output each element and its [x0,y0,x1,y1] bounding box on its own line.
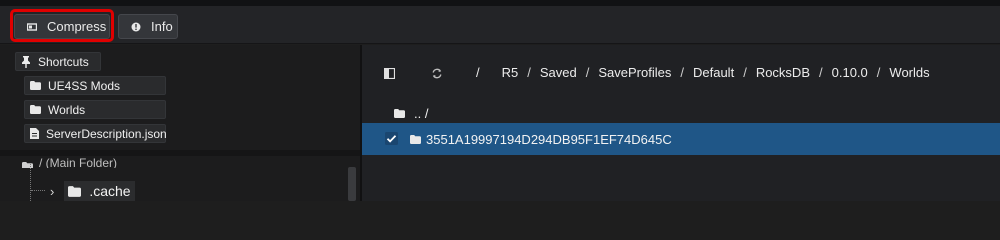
tree-item-label-box: .cache [64,181,135,201]
breadcrumb: / R5 / Saved / SaveProfiles / Default / … [476,65,930,80]
info-label: Info [151,19,173,34]
breadcrumb-separator: / [680,65,684,80]
shortcuts-header-label: Shortcuts [38,54,89,69]
tree-root-label: / (Main Folder) [39,156,118,168]
folder-icon [22,162,33,168]
file-row-label: 3551A19997194D294DB95F1EF74D645C [426,131,672,147]
folder-icon [410,134,421,144]
tree-item-cache[interactable]: › .cache [50,180,135,202]
breadcrumb-root[interactable]: / [476,65,480,80]
file-row-selected[interactable]: 3551A19997194D294DB95F1EF74D645C [362,123,1000,155]
tree-scrollbar[interactable] [348,167,356,201]
shortcut-worlds[interactable]: Worlds [24,100,166,119]
folder-icon [68,185,82,197]
tree-item-label: .cache [89,183,131,199]
info-button[interactable]: Info [118,14,178,39]
breadcrumb-segment[interactable]: RocksDB [756,65,810,80]
breadcrumb-separator: / [743,65,747,80]
shortcut-label: UE4SS Mods [48,78,121,93]
breadcrumb-segment[interactable]: Default [693,65,734,80]
shortcut-label: ServerDescription.json [46,126,167,141]
shortcuts-header: Shortcuts [15,52,101,71]
tree-branch-line [31,190,45,191]
compress-highlight-box [10,9,114,42]
breadcrumb-segment[interactable]: 0.10.0 [832,65,868,80]
pin-icon [22,55,30,68]
file-icon [30,128,39,139]
tree-root-item[interactable]: / (Main Folder) [22,156,117,168]
refresh-icon[interactable] [431,68,443,79]
breadcrumb-separator: / [585,65,590,80]
breadcrumb-segment[interactable]: R5 [502,65,519,80]
folder-icon [30,105,41,114]
breadcrumb-separator: / [876,65,881,80]
breadcrumb-separator: / [819,65,823,80]
shortcut-label: Worlds [48,102,86,117]
toggle-sidebar-icon[interactable] [384,68,395,79]
folder-tree: / (Main Folder) › .cache [0,156,360,201]
breadcrumb-segment[interactable]: Saved [540,65,577,80]
shortcut-server-description[interactable]: ServerDescription.json [24,124,167,143]
shortcut-ue4ss-mods[interactable]: UE4SS Mods [24,76,166,95]
folder-icon [30,81,41,90]
checkbox-checked-icon[interactable] [385,132,398,145]
breadcrumb-segment[interactable]: Worlds [889,65,929,80]
breadcrumb-separator: / [527,65,531,80]
breadcrumb-segment[interactable]: SaveProfiles [598,65,671,80]
folder-icon [394,108,405,118]
info-icon [131,22,141,31]
tree-guide-line [30,164,31,201]
chevron-right-icon[interactable]: › [50,184,54,199]
toolbar: Compress Info [0,6,1000,44]
file-row-label: .. / [414,105,429,121]
